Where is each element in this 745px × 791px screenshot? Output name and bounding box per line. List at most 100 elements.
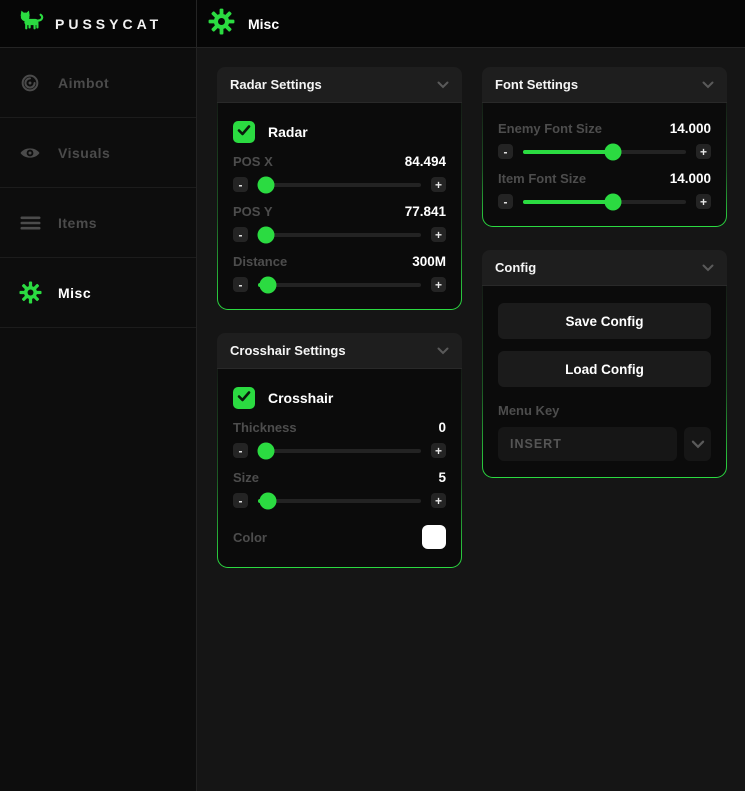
sidebar-item-items[interactable]: Items: [0, 188, 196, 258]
page-title: Misc: [248, 16, 279, 32]
slider-label: Item Font Size: [498, 171, 586, 186]
config-panel: Config Save Config Load Config Menu Key …: [482, 250, 727, 478]
panel-title: Font Settings: [495, 77, 578, 92]
slider-label: Thickness: [233, 420, 297, 435]
slider-thumb[interactable]: [258, 442, 275, 459]
decrement-button[interactable]: -: [233, 277, 248, 292]
sidebar-item-label: Visuals: [58, 145, 110, 161]
chevron-down-icon: [437, 343, 449, 358]
top-bar: PUSSYCAT Misc: [0, 0, 745, 48]
slider-control-pos-x: POS X 84.494 - +: [233, 154, 446, 193]
sidebar-item-misc[interactable]: Misc: [0, 258, 196, 328]
panel-body-border: Crosshair Thickness 0 -: [217, 369, 462, 568]
slider-label: Enemy Font Size: [498, 121, 602, 136]
decrement-button[interactable]: -: [233, 443, 248, 458]
checkbox-label: Crosshair: [268, 390, 333, 406]
increment-button[interactable]: +: [431, 277, 446, 292]
checkmark-icon: [237, 123, 251, 141]
sidebar-item-visuals[interactable]: Visuals: [0, 118, 196, 188]
slider-fill: [523, 200, 613, 204]
crosshair-settings-panel: Crosshair Settings: [217, 333, 462, 568]
radar-settings-header[interactable]: Radar Settings: [217, 67, 462, 103]
increment-button[interactable]: +: [431, 227, 446, 242]
decrement-button[interactable]: -: [498, 194, 513, 209]
checkbox-label: Radar: [268, 124, 308, 140]
increment-button[interactable]: +: [696, 194, 711, 209]
slider-thumb[interactable]: [259, 492, 276, 509]
sidebar-item-label: Items: [58, 215, 97, 231]
radar-toggle-row: Radar: [233, 121, 446, 143]
cat-icon: [16, 8, 46, 39]
crosshair-settings-header[interactable]: Crosshair Settings: [217, 333, 462, 369]
save-config-button[interactable]: Save Config: [498, 303, 711, 339]
chevron-down-icon: [702, 77, 714, 92]
slider-value: 0: [438, 420, 446, 435]
sidebar-item-label: Misc: [58, 285, 91, 301]
chevron-down-icon: [691, 437, 705, 452]
font-settings-header[interactable]: Font Settings: [482, 67, 727, 103]
config-header[interactable]: Config: [482, 250, 727, 286]
increment-button[interactable]: +: [431, 493, 446, 508]
slider-value: 5: [438, 470, 446, 485]
slider-label: Distance: [233, 254, 287, 269]
slider-thumb[interactable]: [604, 193, 621, 210]
panel-body-border: Save Config Load Config Menu Key INSERT: [482, 286, 727, 478]
brand-name: PUSSYCAT: [55, 16, 162, 32]
decrement-button[interactable]: -: [233, 177, 248, 192]
radar-settings-panel: Radar Settings: [217, 67, 462, 310]
slider-control-item-font: Item Font Size 14.000 - +: [498, 171, 711, 210]
gear-icon: [208, 8, 235, 40]
slider-track[interactable]: [523, 150, 686, 154]
slider-value: 14.000: [670, 121, 711, 136]
brand-logo: PUSSYCAT: [0, 0, 197, 47]
app-window: PUSSYCAT Misc: [0, 0, 745, 791]
slider-thumb[interactable]: [258, 226, 275, 243]
main-area: Radar Settings: [197, 48, 745, 791]
crosshair-checkbox[interactable]: [233, 387, 255, 409]
load-config-button[interactable]: Load Config: [498, 351, 711, 387]
slider-label: POS Y: [233, 204, 273, 219]
increment-button[interactable]: +: [696, 144, 711, 159]
radar-checkbox[interactable]: [233, 121, 255, 143]
sidebar-item-aimbot[interactable]: Aimbot: [0, 48, 196, 118]
slider-track[interactable]: [258, 499, 421, 503]
slider-value: 77.841: [405, 204, 446, 219]
slider-track[interactable]: [258, 449, 421, 453]
right-column: Font Settings Enemy Font Size 14.000: [482, 67, 727, 478]
slider-thumb[interactable]: [604, 143, 621, 160]
decrement-button[interactable]: -: [498, 144, 513, 159]
decrement-button[interactable]: -: [233, 493, 248, 508]
slider-value: 14.000: [670, 171, 711, 186]
slider-control-size: Size 5 - +: [233, 470, 446, 509]
color-picker-row: Color: [233, 525, 446, 551]
panel-body-border: Radar POS X 84.494 -: [217, 103, 462, 310]
slider-fill: [523, 150, 613, 154]
slider-track[interactable]: [258, 183, 421, 187]
sidebar: Aimbot Visuals: [0, 48, 197, 791]
increment-button[interactable]: +: [431, 443, 446, 458]
decrement-button[interactable]: -: [233, 227, 248, 242]
chevron-down-icon: [437, 77, 449, 92]
color-swatch[interactable]: [422, 525, 446, 549]
panel-title: Crosshair Settings: [230, 343, 346, 358]
panel-title: Config: [495, 260, 536, 275]
content-area: Aimbot Visuals: [0, 48, 745, 791]
menu-key-dropdown-button[interactable]: [684, 427, 711, 461]
chevron-down-icon: [702, 260, 714, 275]
menu-key-value[interactable]: INSERT: [498, 427, 677, 461]
slider-control-distance: Distance 300M - +: [233, 254, 446, 293]
slider-thumb[interactable]: [258, 176, 275, 193]
panel-title: Radar Settings: [230, 77, 322, 92]
slider-thumb[interactable]: [259, 276, 276, 293]
slider-track[interactable]: [258, 283, 421, 287]
slider-control-pos-y: POS Y 77.841 - +: [233, 204, 446, 243]
sidebar-item-label: Aimbot: [58, 75, 109, 91]
crosshair-toggle-row: Crosshair: [233, 387, 446, 409]
list-icon: [17, 214, 43, 232]
increment-button[interactable]: +: [431, 177, 446, 192]
slider-track[interactable]: [523, 200, 686, 204]
slider-track[interactable]: [258, 233, 421, 237]
menu-key-label: Menu Key: [498, 403, 711, 418]
slider-value: 300M: [412, 254, 446, 269]
eye-icon: [17, 144, 43, 162]
